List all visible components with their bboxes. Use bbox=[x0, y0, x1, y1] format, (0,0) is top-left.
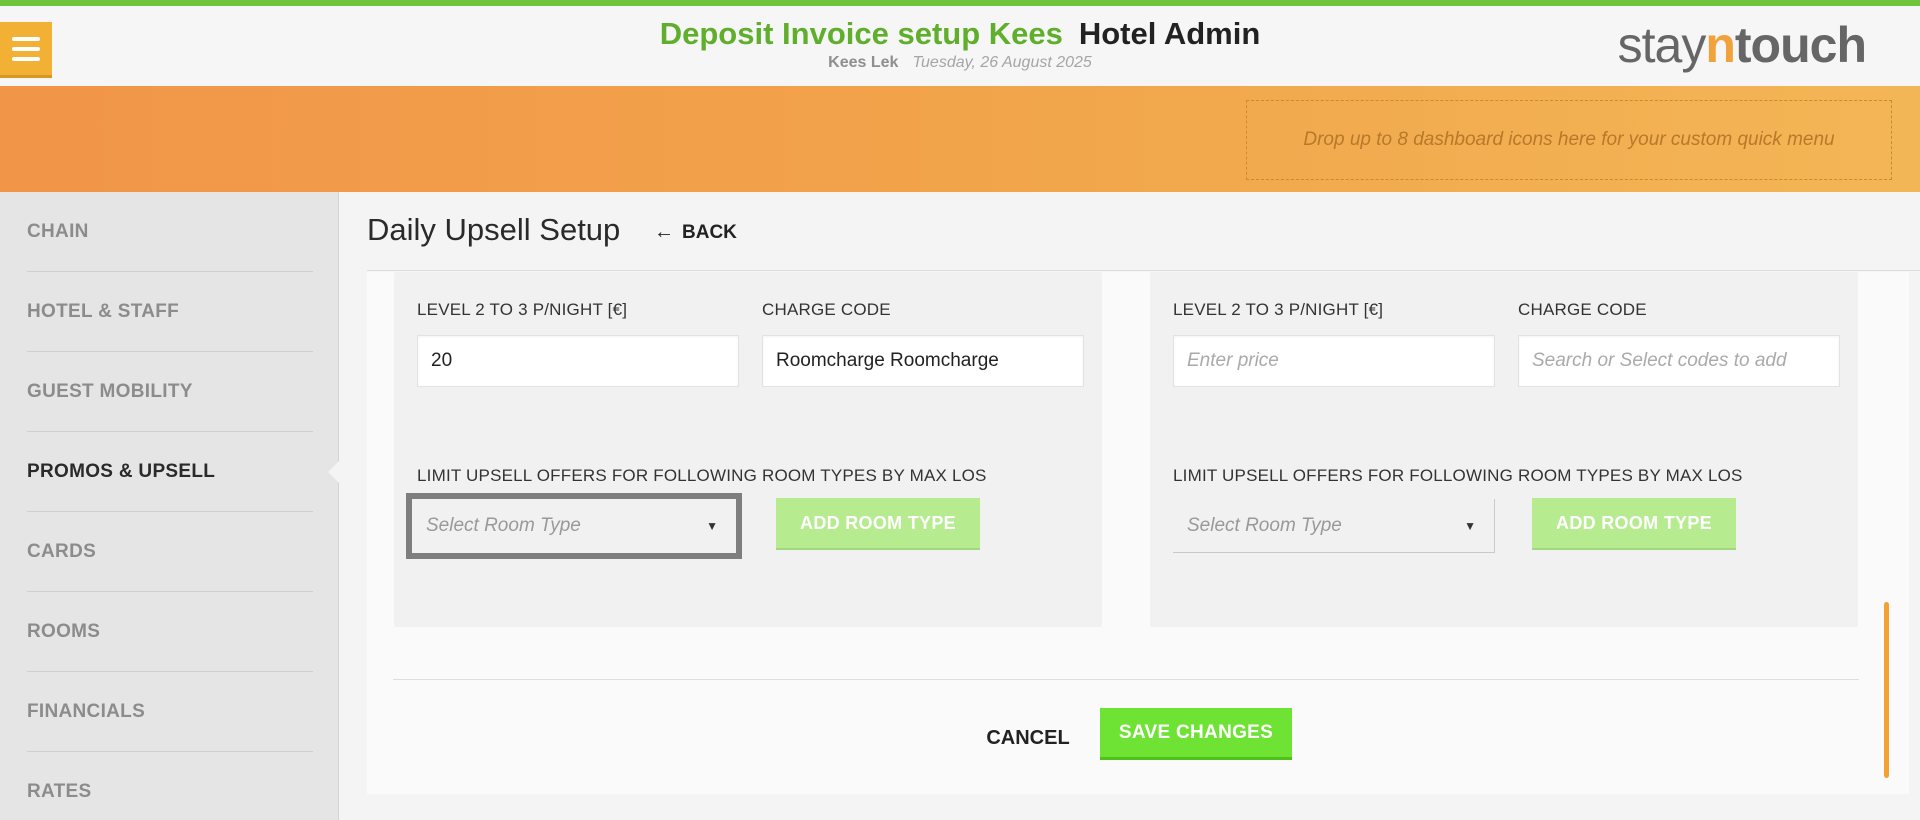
sidebar-item-chain[interactable]: CHAIN bbox=[27, 192, 313, 272]
current-date: Tuesday, 26 August 2025 bbox=[912, 54, 1092, 71]
sidebar-item-hotel-staff[interactable]: HOTEL & STAFF bbox=[27, 272, 313, 352]
add-room-type-button[interactable]: ADD ROOM TYPE bbox=[776, 498, 980, 550]
limit-upsell-label: LIMIT UPSELL OFFERS FOR FOLLOWING ROOM T… bbox=[1173, 466, 1743, 485]
sidebar-item-rates[interactable]: RATES bbox=[27, 752, 313, 820]
back-label: BACK bbox=[682, 221, 737, 243]
caret-down-icon: ▼ bbox=[706, 519, 718, 533]
charge-code-search-input[interactable] bbox=[1518, 335, 1840, 387]
limit-upsell-label: LIMIT UPSELL OFFERS FOR FOLLOWING ROOM T… bbox=[417, 466, 987, 485]
room-type-select[interactable]: Select Room Type ▼ bbox=[1173, 499, 1495, 553]
room-type-select-value: Select Room Type bbox=[426, 515, 581, 536]
room-type-select[interactable]: Select Room Type ▼ bbox=[406, 493, 742, 559]
sidebar-nav: CHAIN HOTEL & STAFF GUEST MOBILITY PROMO… bbox=[0, 192, 339, 820]
sidebar-item-promos-upsell[interactable]: PROMOS & UPSELL bbox=[27, 432, 313, 512]
caret-down-icon: ▼ bbox=[1464, 518, 1476, 533]
title-divider bbox=[367, 270, 1920, 271]
sidebar-item-rooms[interactable]: ROOMS bbox=[27, 592, 313, 672]
save-changes-button[interactable]: SAVE CHANGES bbox=[1100, 708, 1292, 760]
sidebar-item-cards[interactable]: CARDS bbox=[27, 512, 313, 592]
back-button[interactable]: ← BACK bbox=[654, 221, 737, 244]
charge-code-label: CHARGE CODE bbox=[1518, 300, 1647, 319]
arrow-left-icon: ← bbox=[654, 221, 674, 243]
price-input[interactable] bbox=[1173, 335, 1495, 387]
footer-divider bbox=[393, 679, 1859, 680]
stayntouch-logo: stayntouch bbox=[1617, 17, 1867, 73]
user-name: Kees Lek bbox=[828, 54, 899, 71]
price-input[interactable] bbox=[417, 335, 739, 387]
price-label: LEVEL 2 TO 3 P/NIGHT [€] bbox=[1173, 300, 1384, 319]
upsell-level-panel-right: LEVEL 2 TO 3 P/NIGHT [€] CHARGE CODE LIM… bbox=[1150, 272, 1858, 627]
app-header: Deposit Invoice setup Kees Hotel Admin Ke… bbox=[0, 6, 1920, 86]
active-item-caret bbox=[328, 460, 340, 484]
scrollbar-thumb[interactable] bbox=[1884, 602, 1889, 778]
cancel-button[interactable]: CANCEL bbox=[967, 712, 1089, 764]
quick-menu-banner: Drop up to 8 dashboard icons here for yo… bbox=[0, 86, 1920, 192]
sidebar-item-guest-mobility[interactable]: GUEST MOBILITY bbox=[27, 352, 313, 432]
charge-code-input[interactable] bbox=[762, 335, 1084, 387]
upsell-settings-card: LEVEL 2 TO 3 P/NIGHT [€] CHARGE CODE LIM… bbox=[367, 272, 1909, 794]
hotel-name-title: Deposit Invoice setup Kees bbox=[659, 16, 1063, 51]
quick-menu-drop-zone[interactable]: Drop up to 8 dashboard icons here for yo… bbox=[1246, 100, 1892, 180]
price-label: LEVEL 2 TO 3 P/NIGHT [€] bbox=[417, 300, 628, 319]
section-title: Hotel Admin bbox=[1078, 16, 1261, 51]
room-type-select-value: Select Room Type bbox=[1187, 514, 1342, 536]
charge-code-label: CHARGE CODE bbox=[762, 300, 891, 319]
page-title: Daily Upsell Setup bbox=[367, 212, 621, 247]
sidebar-item-financials[interactable]: FINANCIALS bbox=[27, 672, 313, 752]
upsell-level-panel-left: LEVEL 2 TO 3 P/NIGHT [€] CHARGE CODE LIM… bbox=[394, 272, 1102, 627]
add-room-type-button[interactable]: ADD ROOM TYPE bbox=[1532, 498, 1736, 550]
